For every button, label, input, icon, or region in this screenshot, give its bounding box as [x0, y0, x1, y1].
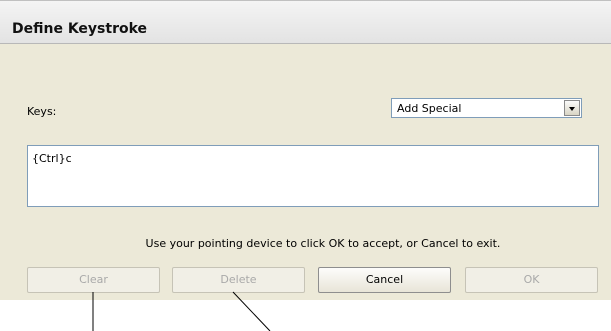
- keys-label: Keys:: [27, 105, 57, 118]
- keystroke-field[interactable]: {Ctrl}c: [27, 145, 599, 207]
- clear-button[interactable]: Clear: [27, 267, 160, 293]
- chevron-down-icon[interactable]: [564, 100, 580, 116]
- cancel-button[interactable]: Cancel: [318, 267, 451, 293]
- ok-button[interactable]: OK: [465, 267, 598, 293]
- instruction-text: Use your pointing device to click OK to …: [145, 237, 501, 250]
- delete-button[interactable]: Delete: [172, 267, 305, 293]
- title-bar[interactable]: Define Keystroke: [0, 1, 611, 44]
- keystroke-value: {Ctrl}c: [32, 152, 72, 165]
- add-special-selected: Add Special: [397, 102, 462, 115]
- dialog-title: Define Keystroke: [12, 21, 148, 37]
- add-special-dropdown[interactable]: Add Special: [391, 98, 582, 118]
- define-keystroke-dialog: Define Keystroke Keys: Add Special {Ctrl…: [0, 0, 611, 300]
